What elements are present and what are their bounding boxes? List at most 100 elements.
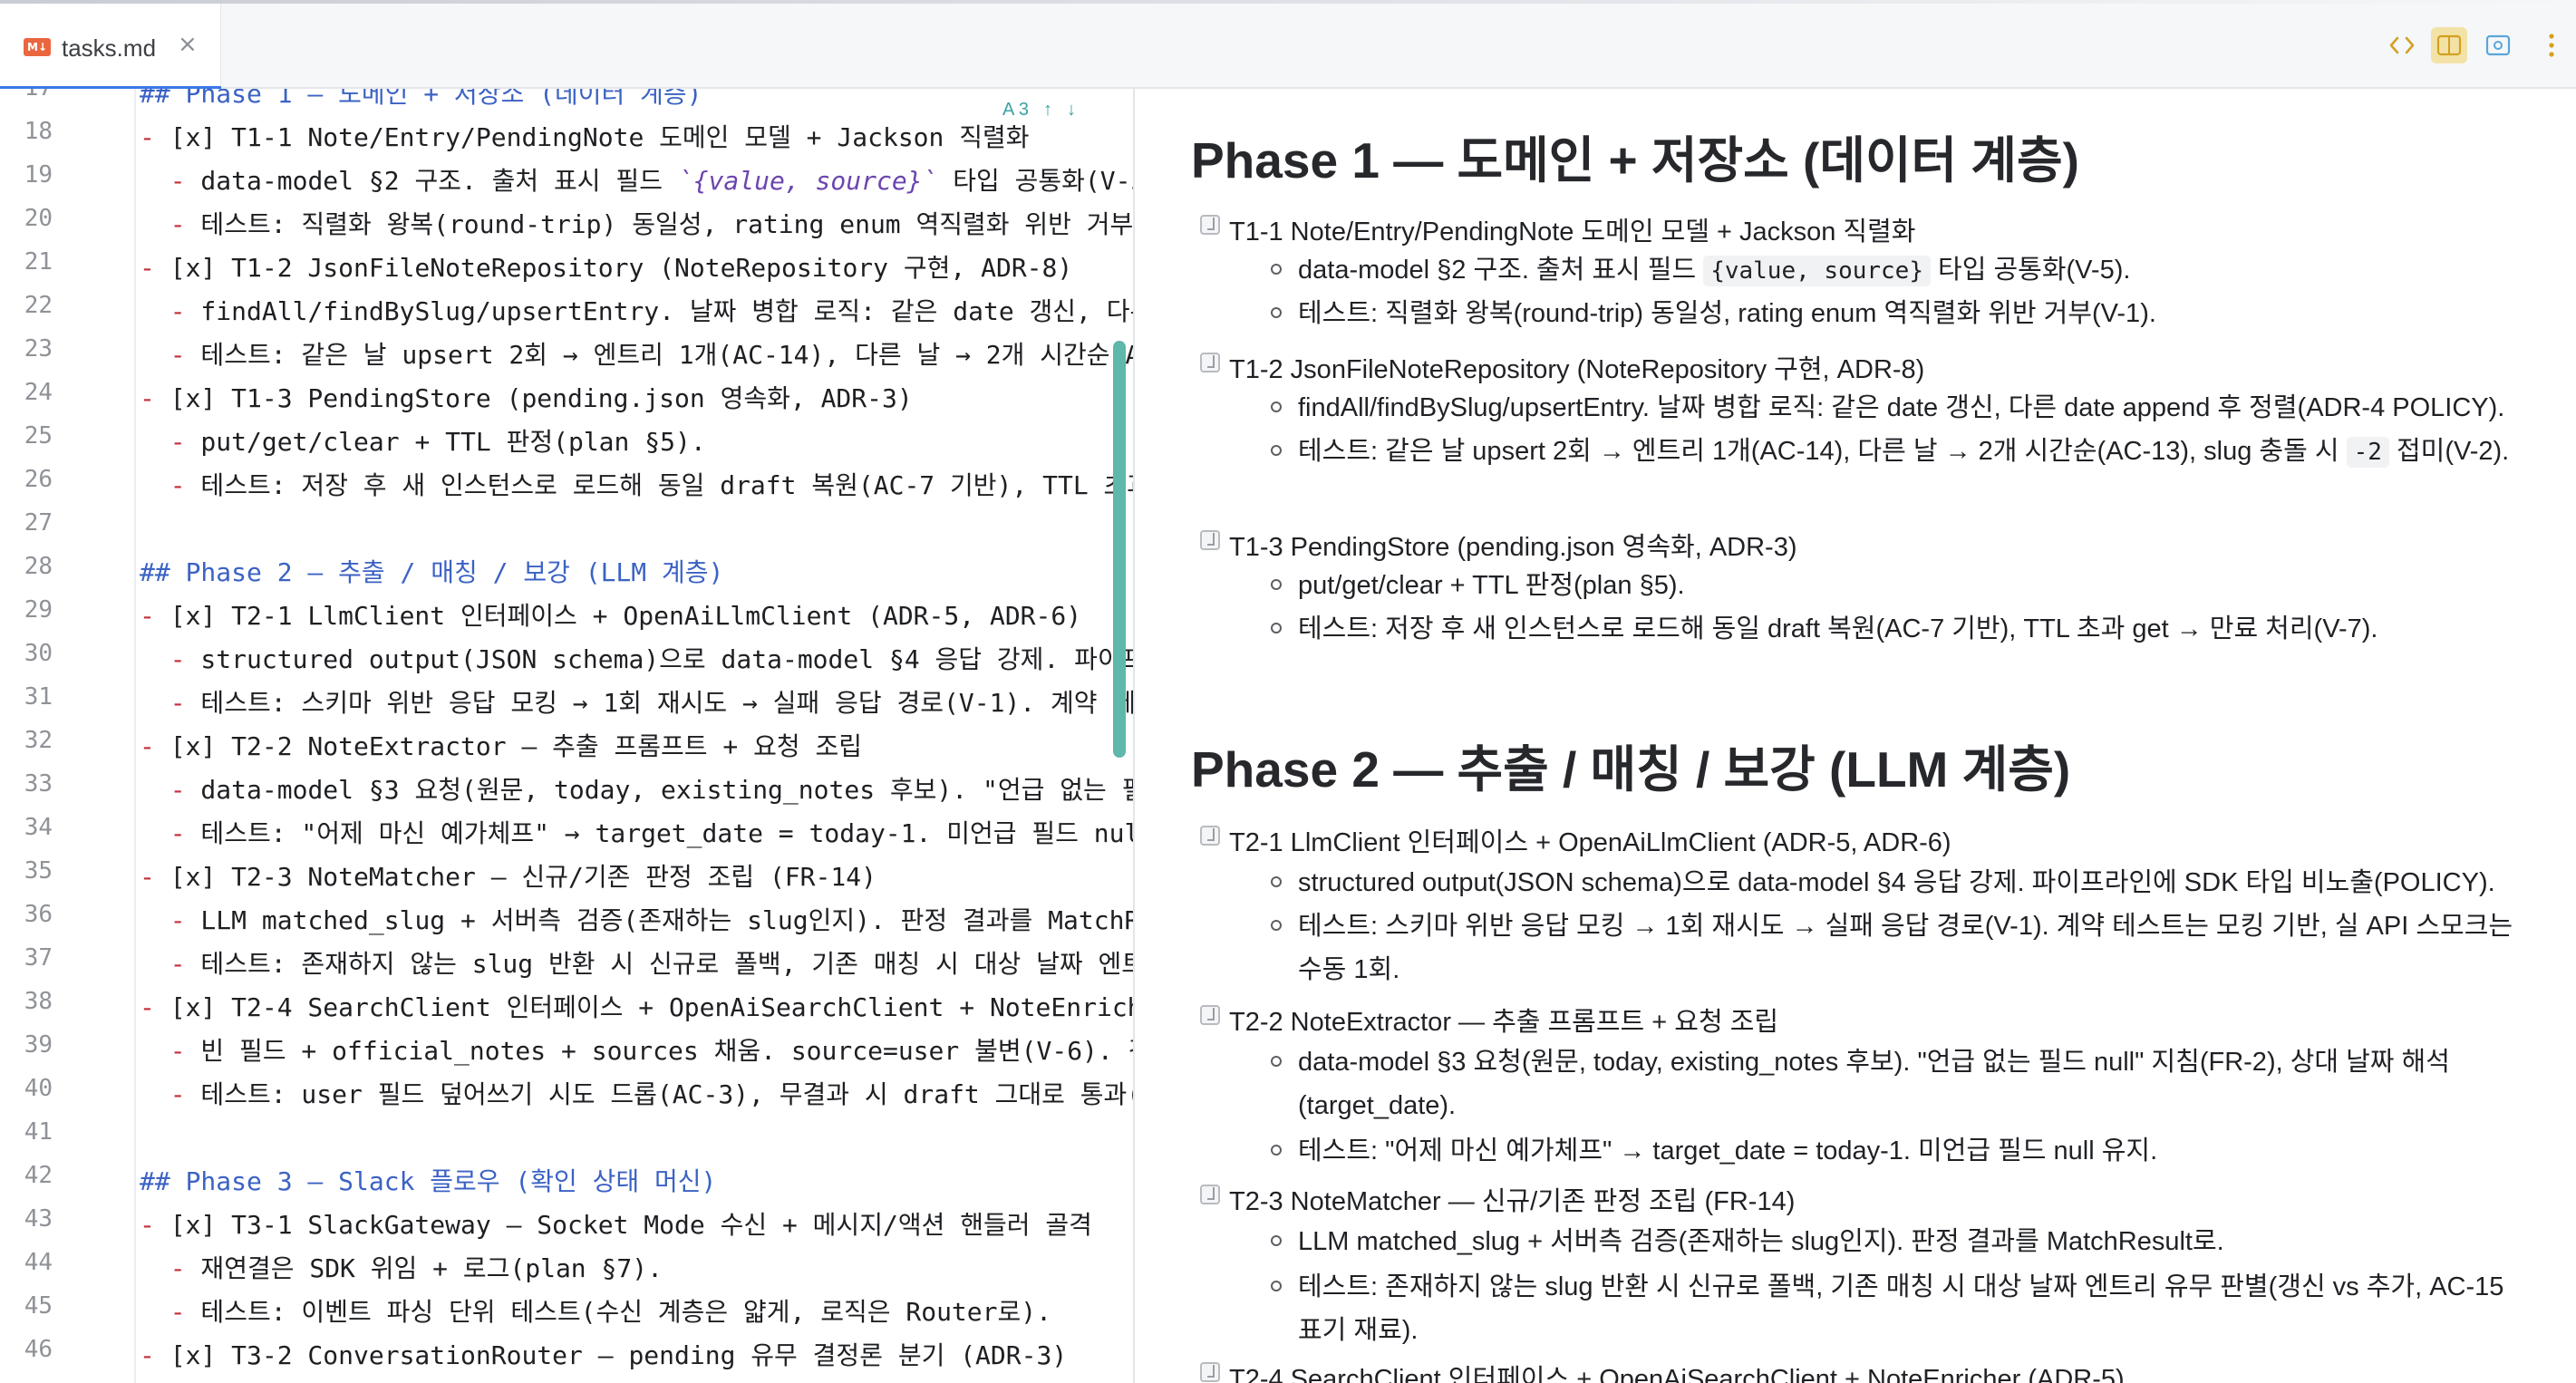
task-detail-bullet: structured output(JSON schema)으로 data-mo…	[1271, 861, 2531, 904]
tab-tasks-md[interactable]: M↓ tasks.md ×	[0, 4, 221, 91]
code-line[interactable]: - 테스트: 직렬화 왕복(round-trip) 동일성, rating en…	[140, 205, 1133, 241]
code-line[interactable]: ## Phase 2 — 추출 / 매칭 / 보강 (LLM 계층)	[140, 553, 723, 589]
bullet-circle-icon	[1271, 1056, 1282, 1067]
code-line[interactable]: - structured output(JSON schema)으로 data-…	[140, 640, 1133, 676]
bullet-circle-icon	[1271, 623, 1282, 633]
inline-code: {value, source}	[1703, 256, 1931, 286]
line-number: 17	[0, 89, 53, 102]
inline-code: -2	[2346, 437, 2389, 468]
line-number: 37	[24, 944, 53, 972]
checkbox-checked-icon[interactable]	[1200, 353, 1220, 372]
bullet-circle-icon	[1271, 1281, 1282, 1291]
phase-2-heading: Phase 2 — 추출 / 매칭 / 보강 (LLM 계층)	[1191, 741, 2071, 798]
code-line[interactable]: - [x] T2-2 NoteExtractor — 추출 프롬프트 + 요청 …	[140, 727, 862, 763]
checkbox-checked-icon[interactable]	[1200, 1362, 1220, 1382]
code-line[interactable]: - data-model §3 요청(원문, today, existing_n…	[140, 770, 1133, 807]
markdown-editor[interactable]: 17 18 19 20 21 22 23 24 25 26 27 28 29 30 31 32 33 34 35 36…	[0, 89, 1133, 1383]
line-number: 38	[24, 988, 53, 1015]
task-item: T1-2 JsonFileNoteRepository (NoteReposit…	[1200, 348, 1924, 386]
line-number: 27	[24, 509, 53, 537]
arrow-up-icon[interactable]: ↑	[1043, 100, 1052, 121]
task-label: T1-1 Note/Entry/PendingNote 도메인 모델 + Jac…	[1229, 218, 1916, 247]
code-line[interactable]: - 테스트: 스키마 위반 응답 모킹 → 1회 재시도 → 실패 응답 경로(…	[140, 683, 1133, 720]
line-number: 44	[24, 1249, 53, 1276]
code-line[interactable]: - [x] T3-2 ConversationRouter — pending …	[140, 1336, 1067, 1372]
bullet-circle-icon	[1271, 1145, 1282, 1156]
code-line[interactable]: - [x] T1-2 JsonFileNoteRepository (NoteR…	[140, 248, 1072, 285]
line-number: 26	[24, 466, 53, 493]
line-number: 34	[24, 814, 53, 841]
code-line[interactable]: ## Phase 3 — Slack 플로우 (확인 상태 머신)	[140, 1162, 716, 1198]
line-number: 18	[24, 118, 53, 145]
code-view-icon[interactable]	[2384, 27, 2420, 63]
search-match-widget: A 3 ↑ ↓	[1002, 100, 1076, 121]
code-line[interactable]: - put/get/clear + TTL 판정(plan §5).	[140, 422, 706, 459]
arrow-down-icon[interactable]: ↓	[1067, 100, 1076, 121]
line-number: 20	[24, 205, 53, 232]
code-line[interactable]: - [x] T1-1 Note/Entry/PendingNote 도메인 모델…	[140, 118, 1030, 154]
tab-title: tasks.md	[62, 34, 157, 62]
split-view-icon[interactable]	[2431, 27, 2467, 63]
bullet-circle-icon	[1271, 1235, 1282, 1246]
line-number: 33	[24, 770, 53, 798]
close-icon[interactable]: ×	[178, 31, 198, 58]
task-detail-bullet: data-model §3 요청(원문, today, existing_not…	[1271, 1040, 2531, 1127]
bullet-circle-icon	[1271, 876, 1282, 887]
bullet-circle-icon	[1271, 445, 1282, 456]
line-number: 31	[24, 683, 53, 711]
code-line[interactable]: - [x] T1-3 PendingStore (pending.json 영속…	[140, 379, 913, 415]
code-line[interactable]: - [x] T2-3 NoteMatcher — 신규/기존 판정 조립 (FR…	[140, 857, 876, 894]
code-line[interactable]: - 테스트: 이벤트 파싱 단위 테스트(수신 계층은 얇게, 로직은 Rout…	[140, 1292, 1051, 1329]
code-line[interactable]: - 테스트: "어제 마신 예가체프" → target_date = toda…	[140, 814, 1133, 850]
code-line[interactable]: - findAll/findBySlug/upsertEntry. 날짜 병합 …	[140, 292, 1133, 328]
match-case-indicator[interactable]: A 3	[1002, 100, 1029, 121]
task-detail-bullet: put/get/clear + TTL 판정(plan §5).	[1271, 564, 2531, 607]
code-line[interactable]: - 테스트: 저장 후 새 인스턴스로 로드해 동일 draft 복원(AC-7…	[140, 466, 1133, 502]
phase-1-heading: Phase 1 — 도메인 + 저장소 (데이터 계층)	[1191, 132, 2079, 189]
code-line[interactable]: - data-model §2 구조. 출처 표시 필드 `{value, so…	[140, 161, 1133, 198]
bullet-circle-icon	[1271, 920, 1282, 931]
code-line[interactable]: - LLM matched_slug + 서버측 검증(존재하는 slug인지)…	[140, 901, 1133, 937]
task-item: T1-3 PendingStore (pending.json 영속화, ADR…	[1200, 526, 1797, 564]
code-line[interactable]: - 재연결은 SDK 위임 + 로그(plan §7).	[140, 1249, 663, 1285]
tab-bar: M↓ tasks.md ×	[0, 0, 2576, 91]
task-label: T2-3 NoteMatcher — 신규/기존 판정 조립 (FR-14)	[1229, 1187, 1796, 1216]
task-label: T2-4 SearchClient 인터페이스 + OpenAiSearchCl…	[1229, 1365, 2125, 1383]
line-number: 42	[24, 1162, 53, 1189]
task-detail-bullet: 테스트: 저장 후 새 인스턴스로 로드해 동일 draft 복원(AC-7 기…	[1271, 607, 2531, 651]
checkbox-checked-icon[interactable]	[1200, 1185, 1220, 1204]
line-number: 41	[24, 1118, 53, 1146]
line-number: 24	[24, 379, 53, 406]
task-detail-bullet: data-model §2 구조. 출처 표시 필드 {value, sourc…	[1271, 248, 2531, 293]
more-vertical-icon[interactable]	[2538, 27, 2565, 63]
code-line[interactable]: - 빈 필드 + official_notes + sources 채움. so…	[140, 1031, 1133, 1068]
task-detail-bullet: findAll/findBySlug/upsertEntry. 날짜 병합 로직…	[1271, 386, 2531, 430]
markdown-file-icon: M↓	[24, 38, 51, 56]
preview-icon[interactable]	[2480, 27, 2516, 63]
code-line[interactable]: ## Phase 1 — 도메인 + 저장소 (데이터 계층)	[140, 89, 702, 111]
code-line[interactable]: - 테스트: 같은 날 upsert 2회 → 엔트리 1개(AC-14), 다…	[140, 335, 1133, 372]
code-line[interactable]: - 테스트: user 필드 덮어쓰기 시도 드롭(AC-3), 무결과 시 d…	[140, 1075, 1133, 1111]
task-item: T2-4 SearchClient 인터페이스 + OpenAiSearchCl…	[1200, 1358, 2125, 1383]
task-detail-bullet: LLM matched_slug + 서버측 검증(존재하는 slug인지). …	[1271, 1220, 2531, 1263]
checkbox-checked-icon[interactable]	[1200, 1005, 1220, 1025]
code-line[interactable]: - [x] T3-1 SlackGateway — Socket Mode 수신…	[140, 1205, 1092, 1242]
task-item: T2-3 NoteMatcher — 신규/기존 판정 조립 (FR-14)	[1200, 1180, 1796, 1218]
checkbox-checked-icon[interactable]	[1200, 215, 1220, 235]
load-progress-bar	[0, 0, 2576, 4]
code-line[interactable]: - [x] T2-4 SearchClient 인터페이스 + OpenAiSe…	[140, 988, 1133, 1024]
line-number: 35	[24, 857, 53, 885]
editor-scrollbar[interactable]	[1113, 341, 1126, 758]
markdown-preview: Phase 1 — 도메인 + 저장소 (데이터 계층) T1-1 Note/E…	[1135, 89, 2576, 1383]
task-item: T1-1 Note/Entry/PendingNote 도메인 모델 + Jac…	[1200, 210, 1916, 248]
bullet-circle-icon	[1271, 579, 1282, 590]
task-detail-bullet: 테스트: 직렬화 왕복(round-trip) 동일성, rating enum…	[1271, 292, 2531, 335]
line-number: 39	[24, 1031, 53, 1059]
code-area[interactable]: ## Phase 1 — 도메인 + 저장소 (데이터 계층) - [x] T1-…	[140, 89, 1133, 1383]
code-line[interactable]: - [x] T2-1 LlmClient 인터페이스 + OpenAiLlmCl…	[140, 596, 1081, 633]
checkbox-checked-icon[interactable]	[1200, 826, 1220, 846]
code-line[interactable]: - 테스트: 존재하지 않는 slug 반환 시 신규로 폴백, 기존 매칭 시…	[140, 944, 1133, 981]
line-number: 23	[24, 335, 53, 363]
checkbox-checked-icon[interactable]	[1200, 530, 1220, 550]
line-number: 21	[24, 248, 53, 276]
